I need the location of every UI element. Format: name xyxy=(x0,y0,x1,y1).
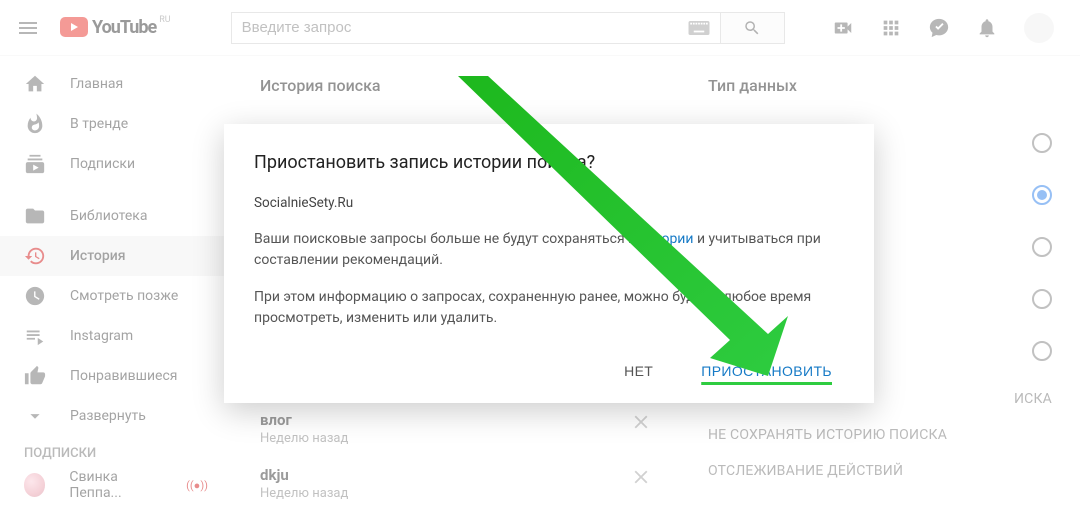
radio-button[interactable] xyxy=(1032,341,1052,361)
header-actions xyxy=(832,13,1064,43)
pause-history-modal: Приостановить запись истории поиска? Soc… xyxy=(224,124,874,403)
sidebar-item-trending[interactable]: В тренде xyxy=(0,104,232,144)
keyboard-icon[interactable] xyxy=(688,21,710,35)
menu-icon[interactable] xyxy=(16,16,40,40)
avatar[interactable] xyxy=(1024,13,1054,43)
cancel-button[interactable]: НЕТ xyxy=(612,355,665,387)
sidebar-item-label: Подписки xyxy=(70,156,135,172)
right-title: Тип данных xyxy=(708,76,1052,95)
history-link[interactable]: истории xyxy=(640,231,694,247)
query-text: dkju xyxy=(260,466,348,484)
search-input[interactable] xyxy=(242,19,688,36)
modal-subtitle: SocialnieSety.Ru xyxy=(254,195,844,211)
search-button[interactable] xyxy=(721,12,785,44)
play-icon xyxy=(60,17,88,37)
history-icon xyxy=(24,245,46,267)
clock-icon xyxy=(24,285,46,307)
search-history-item: влог Неделю назад xyxy=(260,401,652,456)
sidebar-item-label: Развернуть xyxy=(70,408,146,424)
close-icon[interactable] xyxy=(630,466,652,488)
radio-button[interactable] xyxy=(1032,133,1052,153)
sidebar-channel-item[interactable]: Свинка Пеппа... ((●)) xyxy=(0,465,232,505)
page-title: История поиска xyxy=(260,76,652,95)
sidebar-item-subscriptions[interactable]: Подписки xyxy=(0,144,232,184)
live-icon: ((●)) xyxy=(186,479,208,492)
query-text: влог xyxy=(260,411,348,429)
sidebar-section-title: ПОДПИСКИ xyxy=(0,436,232,465)
search-history-item: dkju Неделю назад xyxy=(260,456,652,511)
channel-avatar xyxy=(24,473,45,497)
upload-icon[interactable] xyxy=(832,17,854,39)
search-box xyxy=(231,12,785,44)
modal-para-2: При этом информацию о запросах, сохранен… xyxy=(254,287,844,329)
modal-actions: НЕТ ПРИОСТАНОВИТЬ xyxy=(254,345,844,387)
sidebar-item-liked[interactable]: Понравившиеся xyxy=(0,356,232,396)
sidebar-item-label: Библиотека xyxy=(70,208,147,224)
logo[interactable]: YouTube RU xyxy=(60,17,171,38)
notifications-icon[interactable] xyxy=(976,17,998,39)
query-time: Неделю назад xyxy=(260,431,348,446)
type-link[interactable]: ОТСЛЕЖИВАНИЕ ДЕЙСТВИЙ xyxy=(708,453,1052,489)
trending-icon xyxy=(24,113,46,135)
sidebar-item-playlist[interactable]: Instagram xyxy=(0,316,232,356)
playlist-icon xyxy=(24,325,46,347)
sidebar-item-label: Свинка Пеппа... xyxy=(69,469,162,501)
sidebar: Главная В тренде Подписки Библиотека Ист… xyxy=(0,56,232,519)
search-icon xyxy=(743,19,761,37)
sidebar-item-expand[interactable]: Развернуть xyxy=(0,396,232,436)
logo-text: YouTube xyxy=(92,17,156,38)
folder-icon xyxy=(24,205,46,227)
region-badge: RU xyxy=(159,15,170,25)
modal-title: Приостановить запись истории поиска? xyxy=(254,152,844,173)
like-icon xyxy=(24,365,46,387)
close-icon[interactable] xyxy=(630,411,652,433)
sidebar-item-home[interactable]: Главная xyxy=(0,64,232,104)
sidebar-item-label: Instagram xyxy=(70,328,133,344)
sidebar-item-watch-later[interactable]: Смотреть позже xyxy=(0,276,232,316)
modal-para-1: Ваши поисковые запросы больше не будут с… xyxy=(254,229,844,271)
radio-button[interactable] xyxy=(1032,185,1052,205)
header: YouTube RU xyxy=(0,0,1080,56)
sidebar-item-library[interactable]: Библиотека xyxy=(0,196,232,236)
home-icon xyxy=(24,73,46,95)
query-time: Неделю назад xyxy=(260,486,348,501)
radio-button[interactable] xyxy=(1032,289,1052,309)
sidebar-item-history[interactable]: История xyxy=(0,236,232,276)
chevron-down-icon xyxy=(24,405,46,427)
sidebar-item-label: В тренде xyxy=(70,116,128,132)
sidebar-item-label: Главная xyxy=(70,76,123,92)
sidebar-item-label: Смотреть позже xyxy=(70,288,178,304)
sidebar-item-label: Понравившиеся xyxy=(70,368,177,384)
pause-button[interactable]: ПРИОСТАНОВИТЬ xyxy=(689,355,844,387)
type-link[interactable]: НЕ СОХРАНЯТЬ ИСТОРИЮ ПОИСКА xyxy=(708,417,1052,453)
search-input-wrap xyxy=(231,12,721,44)
sidebar-item-label: История xyxy=(70,248,125,264)
radio-button[interactable] xyxy=(1032,237,1052,257)
apps-icon[interactable] xyxy=(880,17,902,39)
messages-icon[interactable] xyxy=(928,17,950,39)
subscriptions-icon xyxy=(24,153,46,175)
